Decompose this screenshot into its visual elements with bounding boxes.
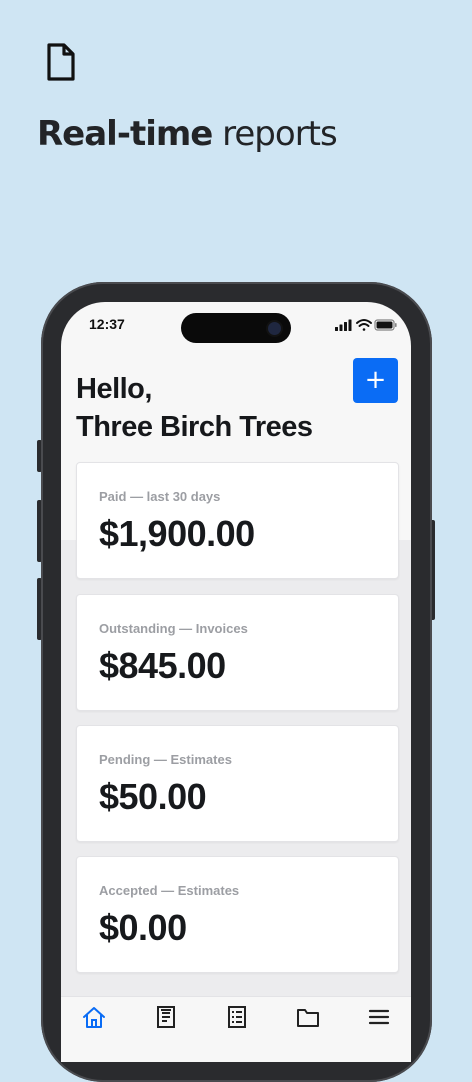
business-name: Three Birch Trees bbox=[76, 411, 313, 443]
page-title: Real-time reports bbox=[37, 114, 338, 154]
card-label: Accepted — Estimates bbox=[99, 883, 240, 898]
card-amount: $1,900.00 bbox=[99, 513, 255, 554]
summary-card-accepted[interactable]: Accepted — Estimates $0.00 bbox=[76, 856, 399, 973]
headline-bold: Real-time bbox=[37, 114, 213, 154]
headline-rest: reports bbox=[222, 114, 338, 154]
summary-card-outstanding[interactable]: Outstanding — Invoices $845.00 bbox=[76, 594, 399, 711]
menu-icon[interactable] bbox=[367, 1005, 391, 1029]
greeting: Hello, Three Birch Trees bbox=[76, 370, 313, 446]
card-label: Outstanding — Invoices bbox=[99, 621, 248, 636]
folder-icon[interactable] bbox=[296, 1005, 320, 1029]
summary-card-pending[interactable]: Pending — Estimates $50.00 bbox=[76, 725, 399, 842]
camera-icon bbox=[268, 322, 281, 335]
home-icon[interactable] bbox=[82, 1005, 106, 1029]
battery-icon bbox=[374, 319, 397, 331]
card-label: Paid — last 30 days bbox=[99, 489, 221, 504]
card-amount: $0.00 bbox=[99, 907, 187, 948]
tab-bar bbox=[61, 996, 411, 1062]
phone-screen: 12:37 Hello, Three Birch Trees + Paid — … bbox=[61, 302, 411, 1062]
status-icons bbox=[335, 319, 397, 331]
dynamic-island bbox=[181, 313, 291, 343]
add-button[interactable]: + bbox=[353, 358, 398, 403]
card-amount: $50.00 bbox=[99, 776, 207, 817]
summary-card-paid[interactable]: Paid — last 30 days $1,900.00 bbox=[76, 462, 399, 579]
document-icon bbox=[47, 43, 75, 81]
wifi-icon bbox=[356, 319, 372, 331]
greeting-line1: Hello, bbox=[76, 373, 152, 405]
status-time: 12:37 bbox=[89, 316, 125, 332]
card-amount: $845.00 bbox=[99, 645, 226, 686]
card-label: Pending — Estimates bbox=[99, 752, 232, 767]
signal-icon bbox=[335, 319, 352, 331]
invoices-icon[interactable] bbox=[225, 1005, 249, 1029]
estimates-icon[interactable] bbox=[154, 1005, 178, 1029]
status-bar: 12:37 bbox=[61, 302, 411, 346]
